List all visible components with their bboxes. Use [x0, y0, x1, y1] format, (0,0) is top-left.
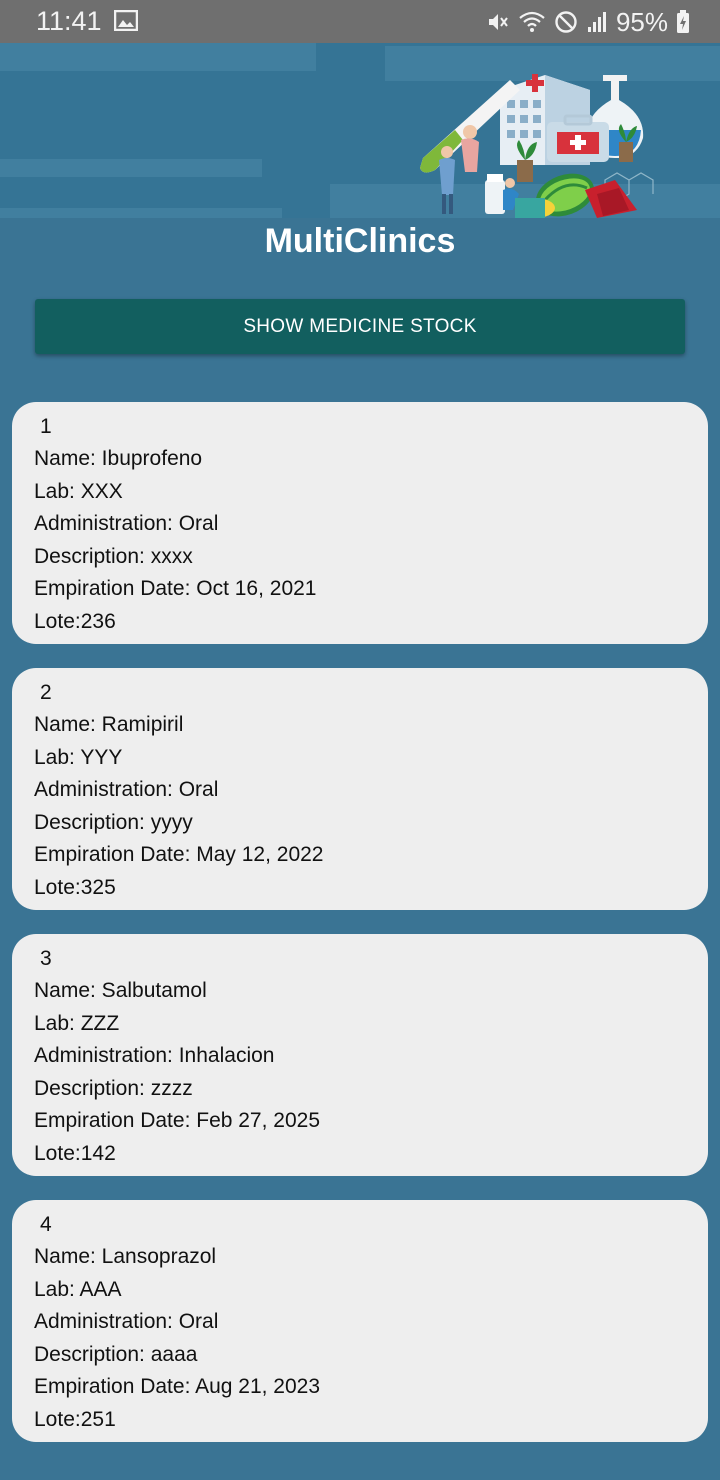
status-icons: 95%	[486, 6, 690, 38]
battery-percent: 95%	[615, 6, 668, 37]
mute-icon	[488, 14, 508, 30]
medicine-name: Name: Ibuprofeno	[34, 447, 203, 470]
battery-charging-icon	[677, 10, 689, 33]
medicine-index: 3	[40, 947, 52, 970]
medicine-lote: Lote:236	[34, 609, 116, 633]
medicine-description: Description: zzzz	[34, 1076, 193, 1100]
medicine-card[interactable]: 4 Name: Lansoprazol Lab: AAA Administrat…	[12, 1200, 708, 1442]
medicine-index: 2	[40, 681, 52, 704]
gallery-icon	[114, 10, 138, 31]
medical-illustration	[420, 74, 654, 218]
app-title: MultiClinics	[264, 222, 456, 260]
medicine-administration: Administration: Oral	[34, 512, 219, 536]
show-medicine-stock-button[interactable]: SHOW MEDICINE STOCK	[35, 299, 685, 354]
signal-icon	[587, 12, 606, 32]
medicine-expiration-date: Empiration Date: Aug 21, 2023	[34, 1375, 321, 1399]
medicine-lote: Lote:251	[34, 1407, 116, 1431]
wifi-icon	[519, 11, 545, 32]
medicine-name: Name: Lansoprazol	[34, 1245, 217, 1268]
medicine-list: 1 Name: Ibuprofeno Lab: XXX Administrati…	[12, 402, 708, 1466]
medicine-lab: Lab: XXX	[34, 479, 123, 503]
medicine-description: Description: aaaa	[34, 1342, 198, 1366]
medicine-lote: Lote:325	[34, 875, 116, 899]
status-time: 11:41	[36, 6, 102, 36]
medicine-administration: Administration: Oral	[34, 1310, 219, 1334]
medicine-index: 4	[40, 1213, 52, 1236]
do-not-disturb-icon	[555, 11, 577, 33]
medicine-index: 1	[40, 415, 52, 438]
medicine-lab: Lab: ZZZ	[34, 1011, 120, 1035]
medicine-lote: Lote:142	[34, 1141, 116, 1165]
medicine-card[interactable]: 1 Name: Ibuprofeno Lab: XXX Administrati…	[12, 402, 708, 644]
medicine-administration: Administration: Oral	[34, 778, 219, 802]
status-bar: 11:41 95%	[0, 0, 720, 43]
medicine-name: Name: Ramipiril	[34, 713, 184, 736]
medicine-description: Description: xxxx	[34, 544, 193, 568]
medicine-card[interactable]: 2 Name: Ramipiril Lab: YYY Administratio…	[12, 668, 708, 910]
medicine-lab: Lab: AAA	[34, 1277, 122, 1301]
medicine-expiration-date: Empiration Date: Feb 27, 2025	[34, 1109, 321, 1133]
medicine-administration: Administration: Inhalacion	[34, 1044, 275, 1068]
medicine-card[interactable]: 3 Name: Salbutamol Lab: ZZZ Administrati…	[12, 934, 708, 1176]
medicine-expiration-date: Empiration Date: May 12, 2022	[34, 843, 324, 867]
medicine-lab: Lab: YYY	[34, 745, 123, 769]
medicine-expiration-date: Empiration Date: Oct 16, 2021	[34, 577, 317, 601]
medicine-description: Description: yyyy	[34, 810, 193, 834]
medicine-name: Name: Salbutamol	[34, 979, 207, 1002]
